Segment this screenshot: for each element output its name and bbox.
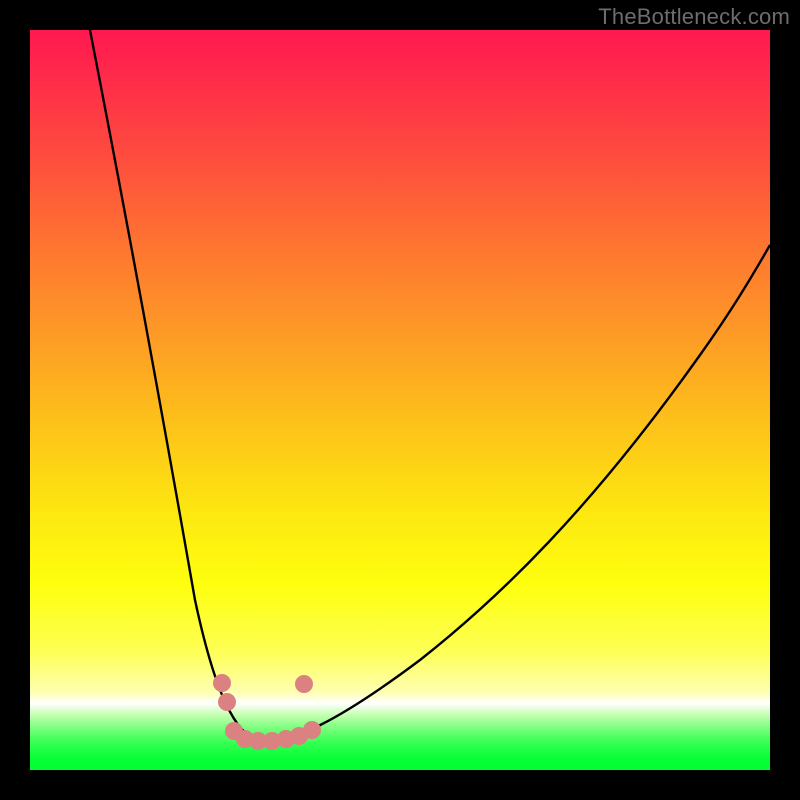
- plot-area: [30, 30, 770, 770]
- curve-path: [90, 30, 770, 741]
- watermark-text: TheBottleneck.com: [598, 4, 790, 30]
- chart-frame: TheBottleneck.com: [0, 0, 800, 800]
- bottleneck-curve: [30, 30, 770, 770]
